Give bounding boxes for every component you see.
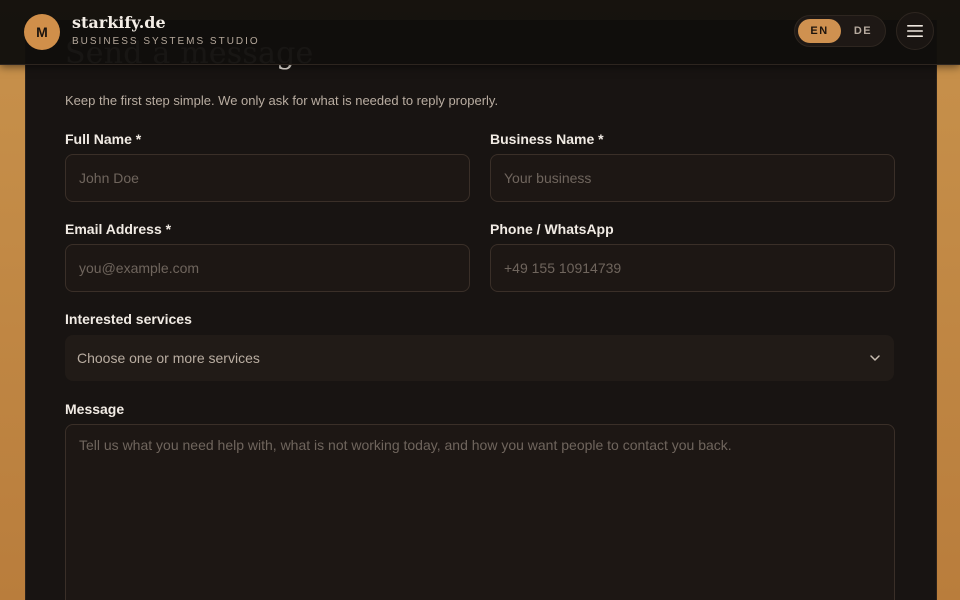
language-switch: EN DE — [794, 15, 886, 47]
phone-label: Phone / WhatsApp — [490, 221, 614, 237]
services-select[interactable]: Choose one or more services — [65, 335, 894, 381]
brand-name[interactable]: starkify.de — [72, 13, 166, 32]
email-input[interactable] — [65, 244, 470, 292]
chevron-down-icon — [870, 355, 880, 361]
services-select-placeholder: Choose one or more services — [77, 350, 260, 366]
form-subtitle: Keep the first step simple. We only ask … — [65, 93, 499, 108]
message-label: Message — [65, 401, 125, 417]
services-label: Interested services — [65, 311, 192, 327]
message-textarea[interactable] — [65, 424, 895, 600]
site-header: M starkify.de BUSINESS SYSTEMS STUDIO EN… — [0, 0, 960, 65]
hamburger-menu-icon — [907, 25, 923, 37]
business-name-input[interactable] — [490, 154, 895, 202]
menu-button[interactable] — [896, 12, 934, 50]
logo-badge[interactable]: M — [24, 14, 60, 50]
email-label: Email Address * — [65, 221, 172, 237]
business-name-label: Business Name * — [490, 131, 604, 147]
brand-tagline: BUSINESS SYSTEMS STUDIO — [72, 36, 260, 47]
phone-input[interactable] — [490, 244, 895, 292]
full-name-input[interactable] — [65, 154, 470, 202]
full-name-label: Full Name * — [65, 131, 142, 147]
language-de-button[interactable]: DE — [843, 19, 883, 43]
language-en-button[interactable]: EN — [798, 19, 841, 43]
